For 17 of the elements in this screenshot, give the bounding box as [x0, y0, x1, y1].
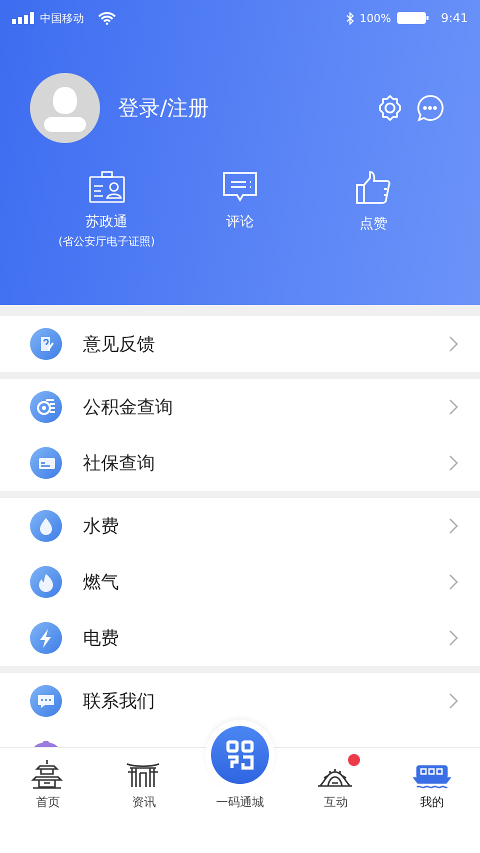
quick-action-caption: (省公安厅电子证照) — [58, 234, 155, 249]
tab-item[interactable]: 一码通城 — [192, 792, 288, 821]
battery-percent: 100% — [360, 12, 392, 24]
carrier-name: 中国移动 — [40, 10, 84, 26]
tab-item[interactable]: 首页 — [0, 748, 96, 821]
menu-item[interactable]: 燃气 — [0, 554, 480, 610]
clock-time: 9:41 — [441, 11, 468, 25]
menu-item[interactable]: 社保查询 — [0, 435, 480, 491]
quick-action-button[interactable]: 评论 — [222, 171, 258, 249]
tab-item[interactable]: 我的 — [384, 748, 480, 821]
menu-item[interactable]: 水费 — [0, 498, 480, 554]
tab-item[interactable]: 资讯 — [96, 748, 192, 821]
menu-item[interactable]: 电费 — [0, 610, 480, 666]
menu-item[interactable]: 公积金查询 — [0, 379, 480, 435]
login-register-link[interactable]: 登录/注册 — [118, 94, 358, 122]
quick-action-button[interactable]: 苏政通 (省公安厅电子证照) — [58, 171, 155, 249]
tab-item[interactable]: 互动 — [288, 748, 384, 821]
